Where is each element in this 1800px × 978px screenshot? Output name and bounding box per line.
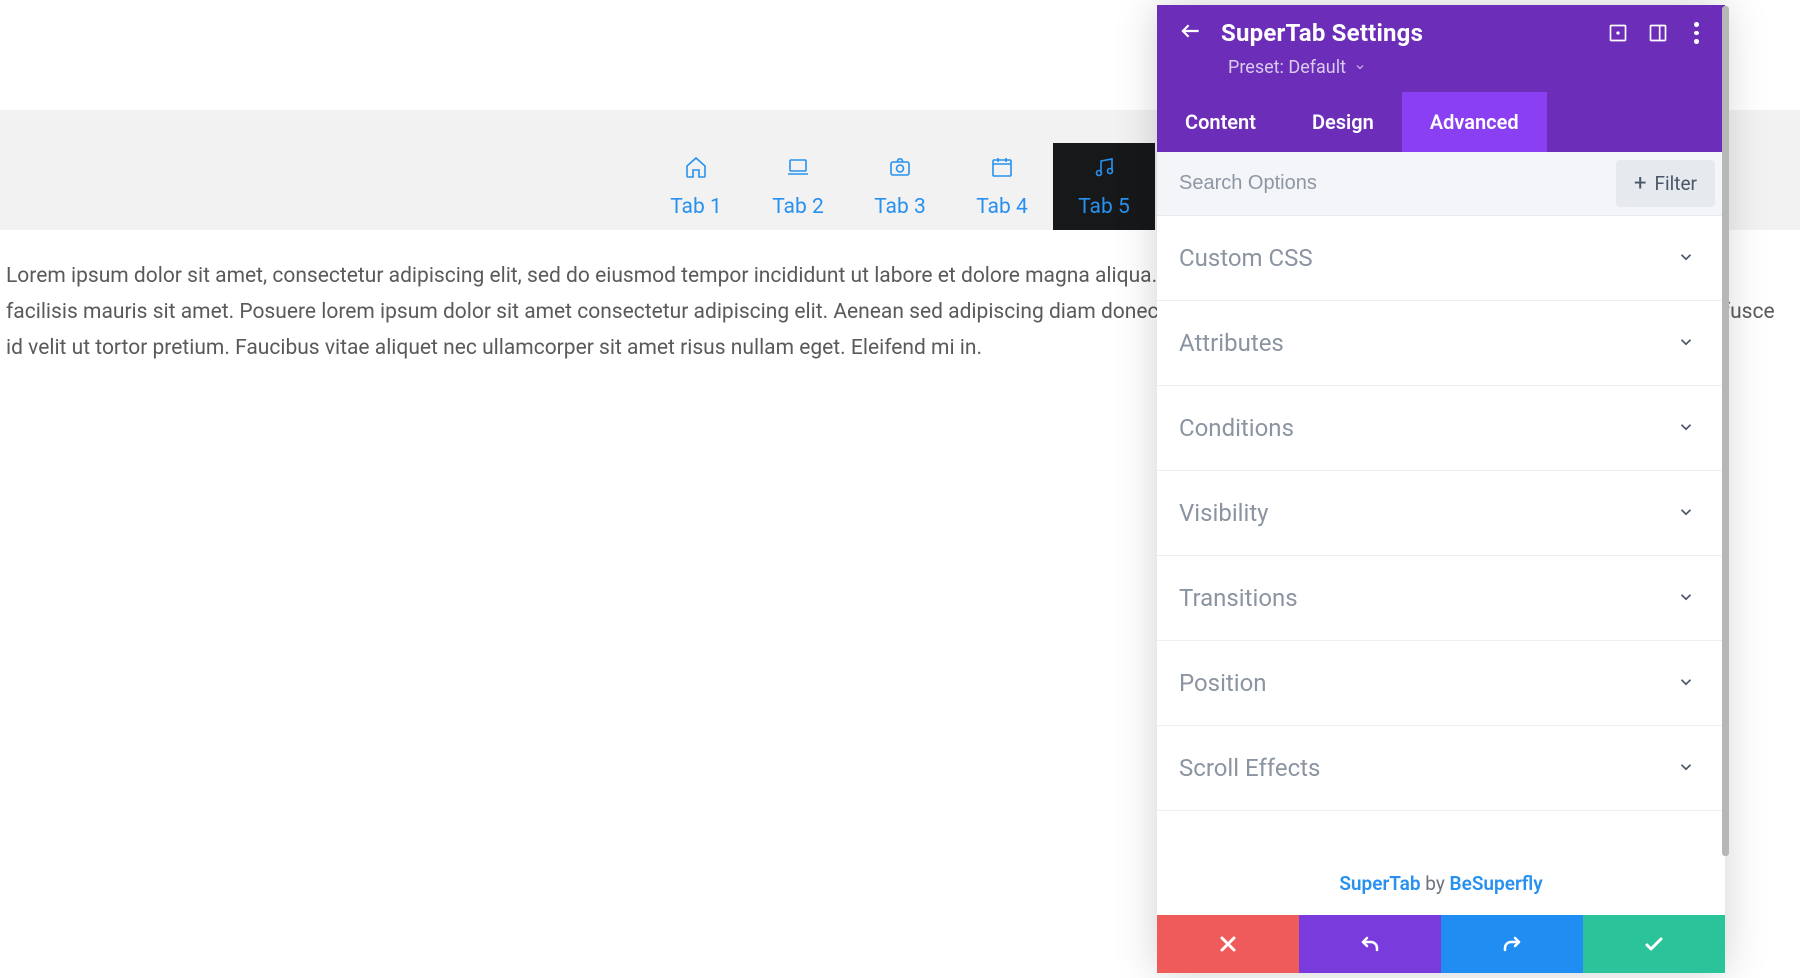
layout-icon[interactable] — [1647, 22, 1669, 44]
chevron-down-icon — [1677, 584, 1695, 612]
tab-label: Tab 1 — [670, 195, 722, 219]
chevron-down-icon — [1354, 57, 1366, 78]
chevron-down-icon — [1677, 244, 1695, 272]
chevron-down-icon — [1677, 499, 1695, 527]
chevron-down-icon — [1677, 414, 1695, 442]
section-label: Custom CSS — [1179, 244, 1313, 272]
camera-icon — [888, 155, 912, 185]
calendar-icon — [990, 155, 1014, 185]
cancel-button[interactable] — [1157, 915, 1299, 973]
laptop-icon — [786, 155, 810, 185]
panel-actions — [1157, 915, 1725, 973]
tab-label: Tab 2 — [772, 195, 824, 219]
tab-4[interactable]: Tab 4 — [951, 143, 1053, 230]
tab-label: Tab 4 — [976, 195, 1028, 219]
section-conditions[interactable]: Conditions — [1157, 386, 1725, 471]
panel-footer-note: SuperTab by BeSuperfly — [1157, 852, 1725, 915]
section-attributes[interactable]: Attributes — [1157, 301, 1725, 386]
chevron-down-icon — [1677, 754, 1695, 782]
filter-label: Filter — [1655, 172, 1697, 195]
settings-panel: SuperTab Settings Preset: Default Conten… — [1157, 5, 1725, 973]
section-custom-css[interactable]: Custom CSS — [1157, 216, 1725, 301]
save-button[interactable] — [1583, 915, 1725, 973]
panel-tab-design[interactable]: Design — [1284, 92, 1402, 152]
home-icon — [684, 155, 708, 185]
redo-button[interactable] — [1441, 915, 1583, 973]
author-link[interactable]: BeSuperfly — [1450, 872, 1543, 895]
panel-tab-content[interactable]: Content — [1157, 92, 1284, 152]
preset-label: Preset: Default — [1228, 57, 1346, 78]
search-input[interactable] — [1157, 152, 1616, 215]
panel-body: Custom CSS Attributes Conditions Visibility… — [1157, 216, 1725, 852]
tab-5[interactable]: Tab 5 — [1053, 143, 1155, 230]
panel-tabs: ContentDesignAdvanced — [1157, 92, 1725, 152]
plus-icon: + — [1634, 173, 1646, 195]
tab-2[interactable]: Tab 2 — [747, 143, 849, 230]
section-label: Transitions — [1179, 584, 1298, 612]
chevron-down-icon — [1677, 329, 1695, 357]
tab-label: Tab 3 — [874, 195, 926, 219]
filter-button[interactable]: + Filter — [1616, 160, 1715, 207]
section-transitions[interactable]: Transitions — [1157, 556, 1725, 641]
section-visibility[interactable]: Visibility — [1157, 471, 1725, 556]
scrollbar-thumb[interactable] — [1722, 6, 1729, 856]
expand-icon[interactable] — [1607, 22, 1629, 44]
section-label: Visibility — [1179, 499, 1269, 527]
brand-link[interactable]: SuperTab — [1339, 872, 1420, 895]
tab-label: Tab 5 — [1078, 195, 1130, 219]
back-button[interactable] — [1177, 18, 1203, 48]
section-position[interactable]: Position — [1157, 641, 1725, 726]
panel-search-row: + Filter — [1157, 152, 1725, 216]
preset-selector[interactable]: Preset: Default — [1157, 57, 1725, 92]
tab-1[interactable]: Tab 1 — [645, 143, 747, 230]
section-label: Position — [1179, 669, 1267, 697]
section-label: Conditions — [1179, 414, 1294, 442]
undo-button[interactable] — [1299, 915, 1441, 973]
panel-title: SuperTab Settings — [1221, 19, 1589, 47]
panel-header: SuperTab Settings Preset: Default Conten… — [1157, 5, 1725, 152]
chevron-down-icon — [1677, 669, 1695, 697]
section-scroll-effects[interactable]: Scroll Effects — [1157, 726, 1725, 811]
section-label: Scroll Effects — [1179, 754, 1320, 782]
panel-tab-advanced[interactable]: Advanced — [1402, 92, 1547, 152]
section-label: Attributes — [1179, 329, 1284, 357]
tab-3[interactable]: Tab 3 — [849, 143, 951, 230]
kebab-menu-icon[interactable] — [1687, 22, 1705, 44]
music-icon — [1092, 155, 1116, 185]
